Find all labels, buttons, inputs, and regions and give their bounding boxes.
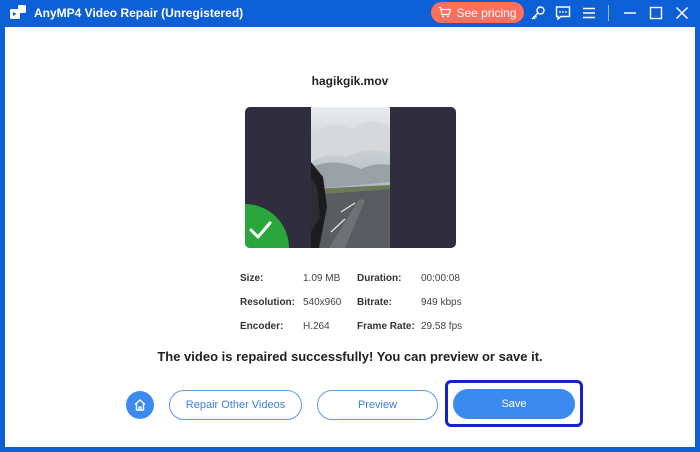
- encoder-label: Encoder:: [240, 321, 284, 332]
- feedback-icon[interactable]: [554, 4, 572, 22]
- main-panel: hagikgik.mov Size: 1.09 MB Duration: 00:…: [5, 27, 695, 447]
- maximize-icon[interactable]: [647, 4, 665, 22]
- size-value: 1.09 MB: [303, 273, 341, 284]
- window-title: AnyMP4 Video Repair (Unregistered): [34, 6, 244, 20]
- check-icon: [245, 204, 289, 248]
- duration-value: 00:00:08: [421, 273, 460, 284]
- close-icon[interactable]: [673, 4, 691, 22]
- key-icon[interactable]: [529, 4, 547, 22]
- video-thumbnail: [245, 107, 456, 248]
- titlebar-divider: [608, 5, 609, 21]
- see-pricing-button[interactable]: See pricing: [431, 2, 524, 23]
- menu-icon[interactable]: [580, 4, 598, 22]
- repair-other-videos-button[interactable]: Repair Other Videos: [169, 390, 302, 420]
- preview-button[interactable]: Preview: [317, 390, 438, 420]
- home-button[interactable]: [126, 391, 154, 419]
- size-label: Size:: [240, 273, 264, 284]
- minimize-icon[interactable]: [621, 4, 639, 22]
- file-name: hagikgik.mov: [311, 74, 389, 88]
- duration-label: Duration:: [357, 273, 402, 284]
- framerate-value: 29.58 fps: [421, 321, 463, 332]
- bitrate-label: Bitrate:: [357, 297, 393, 308]
- success-message: The video is repaired successfully! You …: [157, 349, 543, 364]
- app-logo-icon: [10, 5, 26, 19]
- cart-icon: [438, 7, 452, 18]
- resolution-value: 540x960: [303, 297, 342, 308]
- framerate-label: Frame Rate:: [357, 321, 415, 332]
- bitrate-value: 949 kbps: [421, 297, 462, 308]
- video-frame-image: [311, 107, 390, 248]
- see-pricing-label: See pricing: [456, 5, 517, 20]
- home-icon: [134, 399, 146, 411]
- save-button[interactable]: Save: [453, 389, 575, 419]
- title-bar: AnyMP4 Video Repair (Unregistered) See p…: [0, 0, 700, 26]
- resolution-label: Resolution:: [240, 297, 295, 308]
- encoder-value: H.264: [303, 321, 330, 332]
